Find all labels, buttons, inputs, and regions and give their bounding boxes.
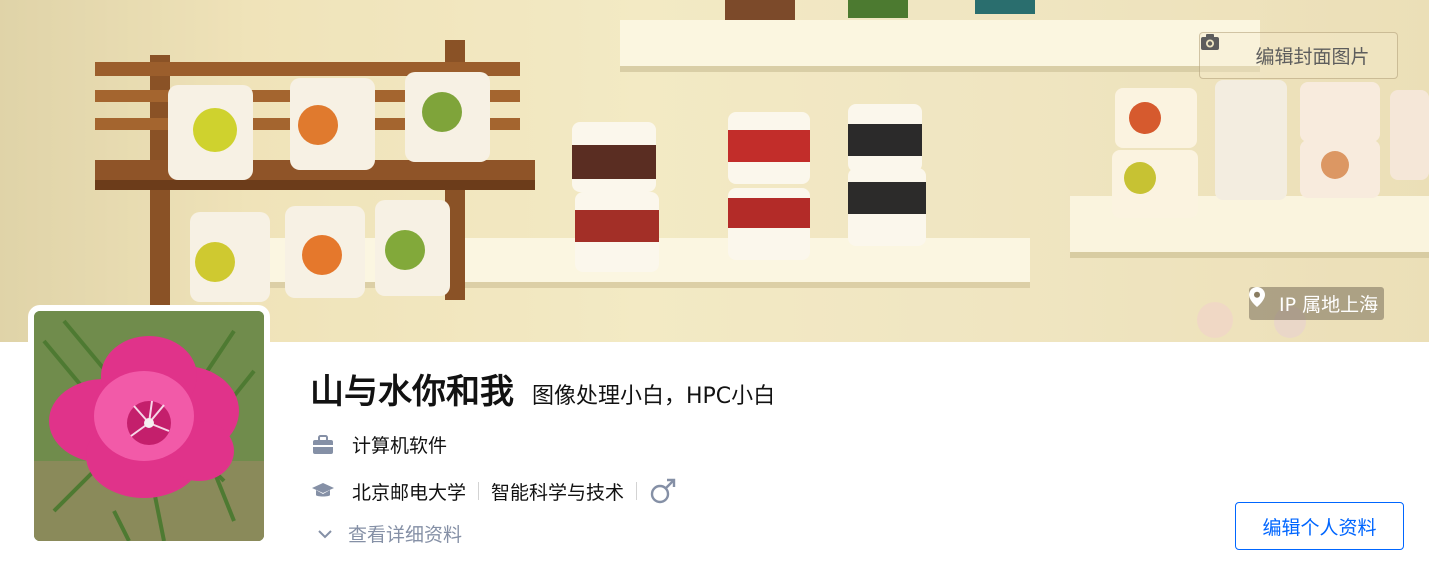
graduation-cap-icon: [312, 480, 334, 502]
camera-icon: [1201, 34, 1247, 65]
chevron-down-icon: [316, 525, 334, 543]
divider: [478, 482, 480, 500]
edit-cover-button[interactable]: 编辑封面图片: [1199, 32, 1398, 79]
edit-profile-button[interactable]: 编辑个人资料: [1235, 502, 1404, 550]
profile-header: 山与水你和我 图像处理小白，HPC小白: [310, 364, 775, 413]
major-text: 智能科学与技术: [491, 481, 625, 504]
profile-name: 山与水你和我: [310, 372, 514, 412]
view-details-label: 查看详细资料: [348, 524, 463, 546]
ip-location-text: IP 属地上海: [1279, 294, 1379, 316]
education-row: 北京邮电大学 智能科学与技术: [312, 477, 677, 505]
cover-image: 编辑封面图片 IP 属地上海: [0, 0, 1429, 342]
male-icon: [649, 477, 677, 505]
avatar[interactable]: [28, 305, 270, 547]
profile-headline: 图像处理小白，HPC小白: [532, 384, 776, 409]
briefcase-icon: [312, 434, 334, 456]
view-details-toggle[interactable]: 查看详细资料: [316, 520, 462, 547]
school-text: 北京邮电大学: [352, 481, 467, 504]
divider: [636, 482, 638, 500]
location-pin-icon: [1249, 287, 1273, 314]
industry-row: 计算机软件: [312, 431, 447, 458]
avatar-flower-image: [34, 311, 264, 541]
industry-text: 计算机软件: [352, 435, 448, 457]
edit-cover-label: 编辑封面图片: [1255, 46, 1370, 68]
ip-location-badge: IP 属地上海: [1249, 287, 1385, 320]
